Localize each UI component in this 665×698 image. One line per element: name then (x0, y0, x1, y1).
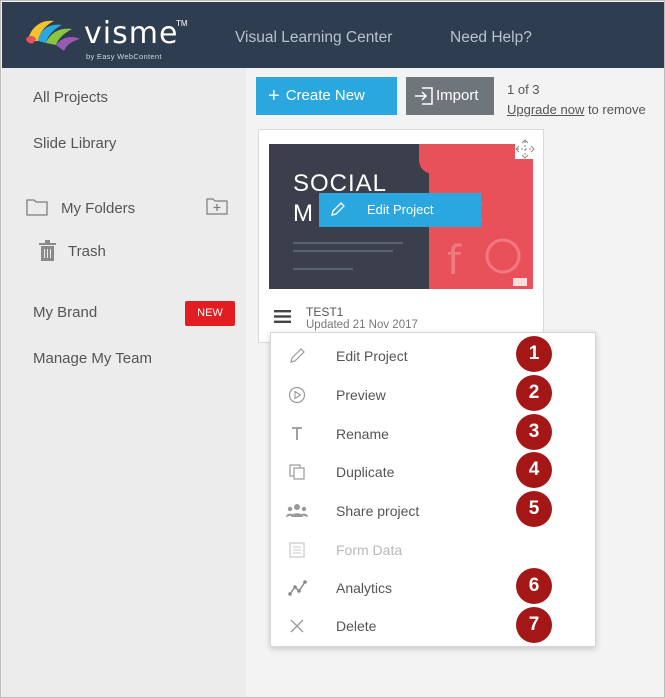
callout-number-3: 3 (516, 414, 552, 450)
project-count: 1 of 3 (507, 82, 540, 97)
sidebar-item-my-brand[interactable]: My Brand (33, 304, 97, 321)
menu-item-label: Edit Project (336, 348, 408, 364)
callout-number-2: 2 (516, 375, 552, 411)
people-icon (286, 504, 308, 517)
text-icon (292, 427, 302, 440)
menu-item-label: Preview (336, 387, 386, 403)
project-context-menu: Edit Project Preview Rename Duplicate Sh… (270, 332, 596, 647)
trash-icon (39, 240, 56, 261)
folder-icon (26, 199, 48, 216)
thumbnail-social-glyphs: t f (447, 191, 521, 284)
menu-item-label: Form Data (336, 542, 403, 558)
menu-item-label: Rename (336, 426, 389, 442)
logo-trademark: TM (176, 19, 188, 28)
callout-number-6: 6 (516, 568, 552, 604)
callout-number-4: 4 (516, 452, 552, 488)
form-icon (289, 542, 305, 558)
pencil-icon (290, 348, 305, 363)
import-button[interactable]: Import (406, 77, 494, 115)
upgrade-now-link[interactable]: Upgrade now (507, 102, 584, 117)
create-new-label: Create New (285, 87, 365, 104)
menu-item-label: Analytics (336, 580, 393, 596)
logo-wordmark: visme (84, 16, 179, 51)
svg-text:f: f (447, 238, 462, 284)
sidebar-item-slide-library[interactable]: Slide Library (33, 135, 116, 152)
delete-icon (290, 619, 304, 633)
edit-project-overlay-button[interactable]: Edit Project (319, 193, 481, 227)
upgrade-notice-text: to remove (584, 102, 646, 117)
nav-visual-learning-center[interactable]: Visual Learning Center (235, 29, 392, 47)
nav-need-help[interactable]: Need Help? (450, 29, 532, 47)
project-name: TEST1 (306, 305, 344, 319)
app-frame: visme TM by Easy WebContent Visual Learn… (0, 0, 665, 698)
callout-number-1: 1 (516, 336, 552, 372)
project-updated-date: Updated 21 Nov 2017 (306, 319, 418, 331)
sidebar-item-my-folders[interactable]: My Folders (61, 200, 135, 217)
upgrade-notice: Upgrade now to remove (507, 102, 646, 117)
play-icon (288, 386, 306, 404)
menu-item-label: Duplicate (336, 464, 395, 480)
thumbnail-text-line (293, 268, 353, 270)
pencil-icon (331, 202, 345, 216)
import-icon (415, 87, 433, 105)
thumbnail-text-line (293, 250, 393, 252)
visme-logo[interactable]: visme TM by Easy WebContent (24, 15, 194, 61)
thumbnail-flag (513, 278, 527, 286)
sidebar (2, 68, 246, 697)
hamburger-menu-icon[interactable] (274, 309, 291, 324)
menu-item-label: Delete (336, 618, 377, 634)
logo-mark-icon (26, 20, 80, 51)
expand-icon[interactable] (515, 139, 535, 159)
create-new-button[interactable]: + Create New (256, 77, 397, 115)
menu-item-form-data: Form Data (271, 530, 595, 568)
menu-item-label: Share project (336, 503, 420, 519)
edit-project-overlay-label: Edit Project (367, 202, 434, 217)
analytics-icon (288, 580, 307, 596)
sidebar-item-trash[interactable]: Trash (68, 243, 106, 260)
duplicate-icon (289, 464, 305, 480)
import-label: Import (436, 87, 479, 104)
sidebar-item-manage-team[interactable]: Manage My Team (33, 350, 152, 367)
new-badge: NEW (185, 301, 235, 326)
thumbnail-title-2: M (293, 200, 313, 227)
top-bar: visme TM by Easy WebContent Visual Learn… (2, 2, 664, 68)
plus-icon: + (268, 85, 280, 107)
sidebar-item-all-projects[interactable]: All Projects (33, 89, 108, 106)
thumbnail-text-line (293, 242, 403, 244)
callout-number-7: 7 (516, 607, 552, 643)
logo-subtitle: by Easy WebContent (86, 52, 162, 61)
callout-number-5: 5 (516, 491, 552, 527)
add-folder-icon[interactable] (206, 197, 228, 215)
